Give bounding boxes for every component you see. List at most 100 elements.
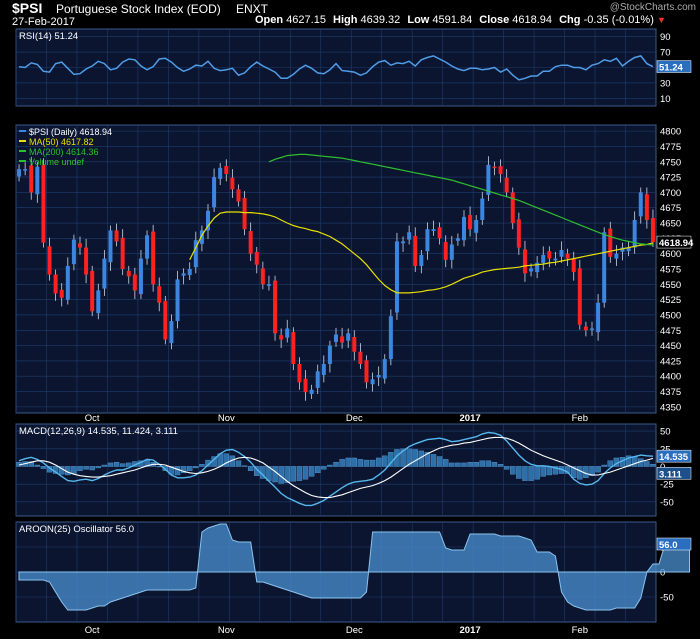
price-tick-label: 4400: [660, 372, 681, 383]
month-label-Oct: Oct: [85, 413, 100, 424]
candle-body: [279, 335, 284, 340]
price-tick-label: 4425: [660, 356, 681, 367]
macd-histogram-bar: [113, 462, 120, 467]
candle-body: [608, 228, 613, 257]
macd-histogram-bar: [467, 462, 473, 467]
macd-histogram-bar: [296, 466, 303, 481]
macd-histogram-bar: [436, 456, 443, 467]
candle-body: [413, 235, 418, 266]
macd-histogram-bar: [34, 464, 41, 467]
candle-body: [449, 244, 454, 260]
macd-histogram-bar: [174, 466, 181, 476]
candle-body: [553, 258, 558, 261]
rsi-title: RSI(14) 51.24: [19, 31, 78, 42]
month-label-Nov: Nov: [218, 413, 235, 424]
macd-histogram-bar: [327, 464, 333, 467]
candle-body: [218, 167, 223, 179]
candle-body: [71, 239, 76, 265]
macd-histogram-bar: [534, 466, 540, 480]
price-tick-label: 4675: [660, 203, 681, 214]
month-label-bottom-Oct: Oct: [85, 625, 100, 636]
stockcharts-chart: $PSI Portuguese Stock Index (EOD) ENXT 2…: [0, 0, 700, 639]
macd-histogram-bar: [101, 464, 108, 467]
macd-histogram-bar: [595, 466, 601, 473]
price-legend-entry: MA(200) 4614.36: [29, 147, 99, 157]
candle-body: [242, 197, 247, 230]
candle-body: [96, 290, 101, 314]
candle-body: [230, 177, 235, 190]
candle-body: [297, 363, 302, 383]
candle-body: [102, 258, 107, 289]
candle-body: [303, 378, 308, 393]
candle-body: [29, 165, 34, 193]
candle-body: [59, 289, 64, 298]
candle-body: [254, 251, 259, 265]
price-tick-label: 4500: [660, 310, 681, 321]
candle-body: [614, 253, 619, 259]
candle-body: [120, 237, 125, 269]
macd-histogram-bar: [363, 459, 370, 467]
macd-histogram-bar: [455, 462, 461, 467]
macd-tick-label: 50: [660, 427, 671, 438]
candle-body: [541, 254, 546, 263]
candle-body: [163, 300, 168, 340]
macd-histogram-bar: [369, 459, 376, 467]
macd-histogram-bar: [461, 462, 467, 467]
candle-body: [321, 363, 326, 376]
candle-body: [492, 166, 497, 169]
rsi-tick-label: 70: [660, 48, 671, 59]
macd-histogram-bar: [241, 465, 248, 467]
macd-histogram-bar: [199, 464, 205, 467]
month-label-Dec: Dec: [346, 413, 363, 424]
aroon-tick-label: -50: [660, 593, 674, 604]
macd-histogram-bar: [71, 466, 77, 474]
candle-body: [17, 169, 22, 177]
candle-body: [401, 241, 406, 244]
macd-histogram-bar: [187, 466, 193, 471]
month-label-bottom-2017: 2017: [460, 625, 481, 636]
candle-body: [596, 302, 601, 333]
price-legend-entry: MA(50) 4617.82: [29, 137, 94, 147]
macd-histogram-bar: [479, 460, 485, 467]
legend-swatch: [19, 150, 26, 152]
candle-body: [522, 249, 527, 274]
macd-histogram-bar: [443, 459, 449, 467]
macd-histogram-bar: [315, 466, 321, 474]
price-tick-label: 4450: [660, 341, 681, 352]
candle-body: [498, 166, 503, 175]
macd-histogram-bar: [235, 460, 242, 467]
macd-histogram-bar: [485, 460, 492, 467]
price-tick-label: 4575: [660, 265, 681, 276]
price-legend-entry: Volume undef: [29, 157, 85, 167]
candle-body: [35, 166, 40, 195]
candle-body: [41, 164, 46, 243]
histogram-last-value: 3.111: [659, 469, 682, 480]
price-tick-label: 4550: [660, 280, 681, 291]
candle-body: [90, 270, 95, 312]
macd-histogram-bar: [473, 462, 479, 467]
candle-body: [352, 337, 357, 352]
price-tick-label: 4525: [660, 295, 681, 306]
macd-title: MACD(12,26,9) 14.535, 11.424, 3.111: [19, 426, 178, 437]
candle-body: [376, 375, 381, 378]
rsi-tick-label: 30: [660, 78, 671, 89]
macd-histogram-bar: [95, 466, 101, 469]
candle-body: [559, 250, 564, 257]
legend-swatch: [19, 130, 26, 132]
candle-body: [108, 230, 113, 263]
candle-body: [175, 279, 180, 322]
candle-body: [431, 229, 436, 232]
legend-swatch: [19, 160, 26, 162]
candle-body: [236, 189, 241, 202]
candle-body: [65, 265, 70, 300]
candle-body: [644, 194, 649, 220]
candle-body: [590, 328, 594, 330]
candle-body: [480, 198, 485, 220]
macd-histogram-bar: [510, 466, 516, 475]
macd-histogram-bar: [430, 454, 437, 467]
month-label-bottom-Feb: Feb: [572, 625, 588, 636]
candle-body: [260, 268, 265, 285]
candle-body: [504, 177, 509, 193]
rsi-tick-label: 90: [660, 32, 671, 43]
candle-body: [419, 254, 424, 266]
